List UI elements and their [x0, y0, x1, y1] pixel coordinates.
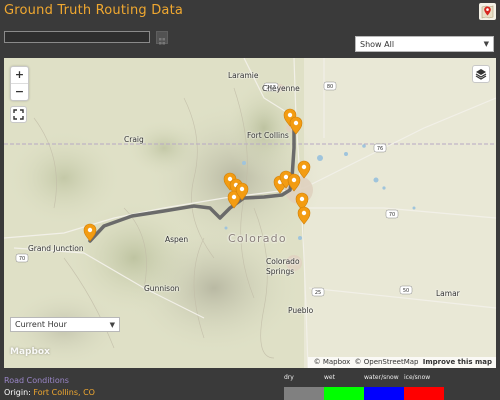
legend-item-wet: wet	[324, 374, 364, 400]
attribution-mapbox-link[interactable]: © Mapbox	[314, 358, 351, 366]
legend-item-dry: dry	[284, 374, 324, 400]
legend-item-water-snow: water/snow	[364, 374, 404, 400]
route-line	[88, 126, 296, 243]
origin-value: Fort Collins, CO	[33, 388, 95, 397]
time-select[interactable]: Current Hour ▼	[10, 317, 120, 332]
filter-select-value: Show All	[360, 40, 395, 49]
shield-label: 76	[377, 146, 383, 152]
shield-label: 70	[389, 212, 395, 218]
layers-button[interactable]	[472, 65, 490, 83]
origin-row: Origin: Fort Collins, CO	[4, 388, 95, 397]
legend-swatch	[284, 387, 324, 400]
shield-label: 50	[403, 288, 409, 294]
place-label: Craig	[124, 135, 144, 144]
road-conditions-title: Road Conditions	[4, 376, 69, 385]
fullscreen-button[interactable]	[10, 106, 27, 123]
zoom-in-button[interactable]: +	[11, 67, 28, 83]
highway-shield: 76	[373, 143, 387, 153]
legend-item-ice-snow: ice/snow	[404, 374, 444, 400]
chevron-down-icon: ▼	[109, 321, 115, 329]
place-label: Colorado Springs	[266, 257, 300, 276]
app-title: Ground Truth Routing Data	[4, 3, 184, 18]
route-marker	[297, 206, 311, 225]
highway-shield: 70	[15, 253, 29, 263]
map-attribution: © Mapbox © OpenStreetMap Improve this ma…	[307, 357, 496, 368]
improve-map-link[interactable]: Improve this map	[423, 358, 492, 366]
place-label: Grand Junction	[28, 244, 84, 253]
highway-shield: 25	[311, 287, 325, 297]
highway-shield: 80	[323, 81, 337, 91]
shield-label: 70	[19, 256, 25, 262]
place-label: Pueblo	[288, 306, 314, 315]
legend-swatch	[364, 387, 404, 400]
zoom-out-button[interactable]: −	[11, 83, 28, 100]
legend-label: dry	[284, 374, 294, 381]
layers-icon	[475, 69, 487, 80]
attribution-osm-link[interactable]: © OpenStreetMap	[355, 358, 419, 366]
legend-label: water/snow	[364, 374, 399, 381]
legend-label: ice/snow	[404, 374, 431, 381]
route-marker	[289, 116, 303, 135]
highway-shield: 50	[399, 285, 413, 295]
grid-icon	[159, 38, 165, 45]
fullscreen-icon	[13, 109, 24, 120]
map-pin-logo-icon[interactable]	[479, 3, 496, 20]
legend-label: wet	[324, 374, 335, 381]
filter-select[interactable]: Show All ▼	[355, 36, 494, 52]
legend-swatch	[404, 387, 444, 400]
place-label: Laramie	[228, 71, 259, 80]
highway-shield: 70	[385, 209, 399, 219]
road-conditions-panel: Road Conditions Origin: Fort Collins, CO…	[0, 368, 500, 400]
mapbox-logo: Mapbox	[10, 347, 50, 357]
search-button[interactable]	[156, 31, 168, 45]
place-label: Cheyenne	[262, 84, 300, 93]
shield-label: 80	[327, 84, 333, 90]
map-view[interactable]: 80 287 76 70 70 25 50 Laramie Cheyenne F…	[4, 58, 496, 368]
place-label: Aspen	[165, 235, 189, 244]
time-select-value: Current Hour	[15, 320, 67, 329]
search-input[interactable]	[4, 31, 150, 43]
place-label: Gunnison	[144, 284, 180, 293]
route-marker	[297, 160, 311, 179]
state-label: Colorado	[228, 232, 287, 245]
chevron-down-icon: ▼	[483, 40, 489, 48]
place-label: Fort Collins	[247, 131, 289, 140]
shield-label: 25	[315, 290, 321, 296]
place-label: Lamar	[436, 289, 460, 298]
zoom-controls: + −	[10, 66, 29, 101]
legend-swatch	[324, 387, 364, 400]
origin-label: Origin:	[4, 388, 31, 397]
